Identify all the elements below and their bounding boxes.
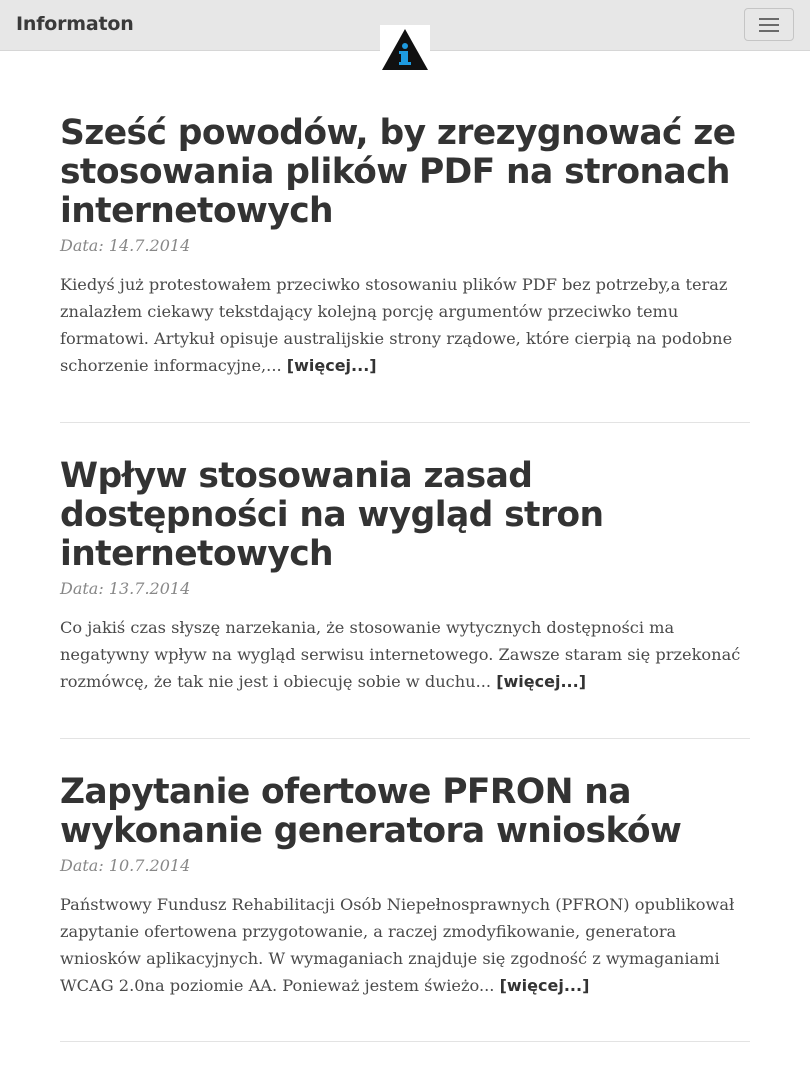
article-excerpt-text: Co jakiś czas słyszę narzekania, że stos…: [60, 618, 741, 691]
article-excerpt-text: Kiedyś już protestowałem przeciwko stoso…: [60, 275, 733, 375]
article-item: Sześć powodów, by zrezygnować ze stosowa…: [60, 114, 750, 379]
read-more-link[interactable]: [więcej...]: [496, 672, 586, 691]
article-excerpt: Kiedyś już protestowałem przeciwko stoso…: [60, 271, 750, 379]
brand-link[interactable]: Informaton: [16, 13, 134, 35]
hamburger-bar: [759, 30, 779, 32]
article-title[interactable]: Zapytanie ofertowe PFRON na wykonanie ge…: [60, 773, 750, 851]
article-divider: [60, 1041, 750, 1042]
hamburger-bar: [759, 24, 779, 26]
article-item: Wpływ stosowania zasad dostępności na wy…: [60, 457, 750, 695]
article-item: Zapytanie ofertowe PFRON na wykonanie ge…: [60, 773, 750, 999]
article-date: Data: 14.7.2014: [60, 236, 191, 255]
article-title[interactable]: Wpływ stosowania zasad dostępności na wy…: [60, 457, 750, 574]
menu-toggle-button[interactable]: [744, 8, 794, 41]
article-divider: [60, 738, 750, 739]
read-more-link[interactable]: [więcej...]: [287, 356, 377, 375]
article-excerpt: Państwowy Fundusz Rehabilitacji Osób Nie…: [60, 891, 750, 999]
article-excerpt-text: Państwowy Fundusz Rehabilitacji Osób Nie…: [60, 895, 735, 995]
article-excerpt: Co jakiś czas słyszę narzekania, że stos…: [60, 614, 750, 695]
article-divider: [60, 422, 750, 423]
article-title[interactable]: Sześć powodów, by zrezygnować ze stosowa…: [60, 114, 750, 231]
article-date: Data: 13.7.2014: [60, 579, 191, 598]
info-triangle-logo[interactable]: [380, 25, 430, 71]
article-date: Data: 10.7.2014: [60, 856, 191, 875]
read-more-link[interactable]: [więcej...]: [500, 976, 590, 995]
hamburger-menu-icon: [759, 18, 779, 20]
